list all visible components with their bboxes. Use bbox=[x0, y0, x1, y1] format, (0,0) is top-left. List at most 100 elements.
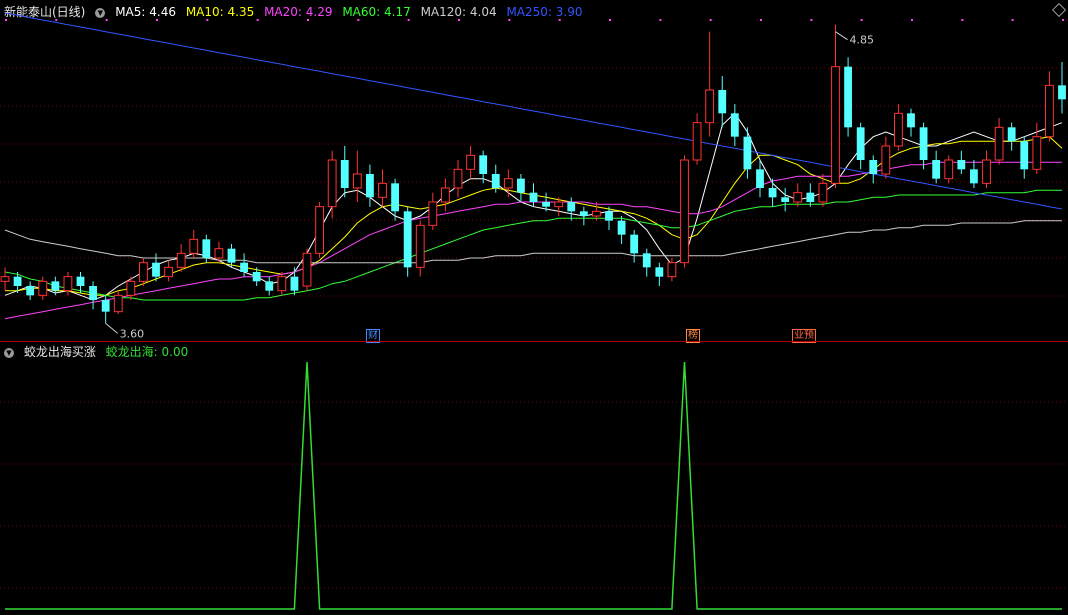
candle-body bbox=[957, 160, 966, 170]
candlestick-chart: 4.85 3.60 bbox=[0, 12, 1068, 340]
candle-body bbox=[844, 66, 852, 128]
signal-dot bbox=[810, 19, 813, 21]
candle-body bbox=[391, 183, 399, 212]
candle-body bbox=[164, 266, 173, 278]
signal-dot bbox=[5, 19, 7, 21]
candle-body bbox=[592, 210, 601, 217]
candle-body bbox=[240, 262, 248, 272]
candle-body bbox=[51, 281, 60, 291]
candle-body bbox=[730, 113, 739, 137]
candle-body bbox=[1058, 85, 1066, 100]
signal-dot bbox=[1011, 19, 1014, 21]
candle-body bbox=[327, 159, 337, 208]
signal-dot bbox=[558, 19, 561, 21]
candle-body bbox=[705, 89, 715, 124]
candle-body bbox=[919, 127, 928, 160]
candle-body bbox=[567, 202, 576, 212]
candle-body bbox=[13, 276, 22, 286]
candle-body bbox=[768, 188, 777, 198]
candle-body bbox=[403, 211, 412, 268]
candle-body bbox=[1032, 136, 1042, 170]
candle-body bbox=[503, 178, 513, 189]
candle-body bbox=[781, 197, 790, 202]
candle-body bbox=[881, 145, 891, 175]
candle-body bbox=[692, 122, 702, 161]
candle-body bbox=[202, 239, 211, 258]
candle-body bbox=[818, 182, 828, 203]
candle-body bbox=[26, 286, 35, 296]
candle-body bbox=[655, 267, 664, 277]
annotation-label: 3.60 bbox=[120, 327, 144, 340]
candle-body bbox=[252, 272, 261, 282]
candle-body bbox=[856, 127, 865, 160]
signal-line bbox=[5, 361, 1062, 610]
candle-body bbox=[529, 192, 538, 202]
signal-dot bbox=[55, 19, 58, 21]
signal-dot bbox=[1062, 19, 1064, 21]
candle-body bbox=[994, 126, 1004, 161]
candle-body bbox=[139, 262, 148, 282]
candle-body bbox=[756, 169, 764, 188]
signal-dot bbox=[709, 19, 712, 21]
signal-dot bbox=[458, 19, 460, 21]
candle-body bbox=[352, 173, 362, 189]
ma-line-ma10 bbox=[5, 136, 1063, 296]
candle-body bbox=[466, 154, 475, 170]
candle-body bbox=[101, 300, 110, 312]
candle-body bbox=[517, 178, 525, 193]
candle-body bbox=[869, 160, 878, 174]
candle-body bbox=[542, 202, 550, 207]
signal-dot bbox=[860, 19, 863, 21]
candle-body bbox=[617, 220, 626, 235]
candle-body bbox=[214, 248, 224, 259]
candle-body bbox=[38, 280, 48, 296]
candle-body bbox=[176, 252, 186, 268]
candle-body bbox=[680, 159, 689, 264]
candle-body bbox=[831, 66, 840, 184]
candle-body bbox=[743, 136, 752, 170]
signal-dot bbox=[156, 19, 158, 21]
candle-body bbox=[642, 253, 651, 268]
candle-body bbox=[277, 276, 287, 292]
signal-dot bbox=[407, 19, 410, 21]
candle-body bbox=[113, 294, 123, 313]
annotation-label: 4.85 bbox=[850, 34, 875, 47]
candle-body bbox=[630, 234, 639, 254]
indicator-chart bbox=[0, 361, 1068, 610]
candle-body bbox=[63, 276, 73, 292]
stock-chart-window: 新能泰山(日线) ▼ MA5: 4.46 MA10: 4.35 MA20: 4.2… bbox=[0, 0, 1068, 615]
signal-dot bbox=[609, 19, 611, 21]
candle-body bbox=[415, 224, 425, 268]
candle-body bbox=[806, 192, 815, 202]
ma-line-ma120 bbox=[4, 220, 1062, 264]
candle-body bbox=[982, 159, 991, 184]
signal-dot bbox=[760, 19, 762, 21]
candle-body bbox=[605, 211, 613, 221]
candle-body bbox=[667, 262, 677, 278]
candle-body bbox=[944, 159, 954, 180]
candle-body bbox=[152, 262, 160, 277]
candle-body bbox=[315, 206, 324, 254]
signal-dot bbox=[206, 19, 209, 21]
candle-body bbox=[0, 276, 10, 282]
candle-body bbox=[554, 201, 564, 208]
candle-body bbox=[1045, 84, 1054, 138]
annotation-leader bbox=[835, 31, 848, 41]
candle-body bbox=[1020, 141, 1029, 170]
candle-body bbox=[227, 248, 236, 263]
candle-body bbox=[441, 187, 450, 203]
candle-body bbox=[453, 168, 463, 189]
candle-body bbox=[907, 113, 915, 128]
signal-dot bbox=[105, 19, 108, 21]
candle-body bbox=[89, 286, 97, 300]
candle-body bbox=[290, 276, 299, 291]
candle-body bbox=[302, 252, 312, 287]
ma-line-ma250 bbox=[4, 12, 1063, 210]
candle-body bbox=[479, 155, 488, 174]
candle-body bbox=[428, 201, 438, 226]
signal-dot bbox=[357, 19, 360, 21]
candle-body bbox=[894, 112, 903, 147]
signal-dot bbox=[911, 19, 913, 21]
signal-dot bbox=[307, 19, 309, 21]
signal-dot bbox=[508, 19, 511, 21]
